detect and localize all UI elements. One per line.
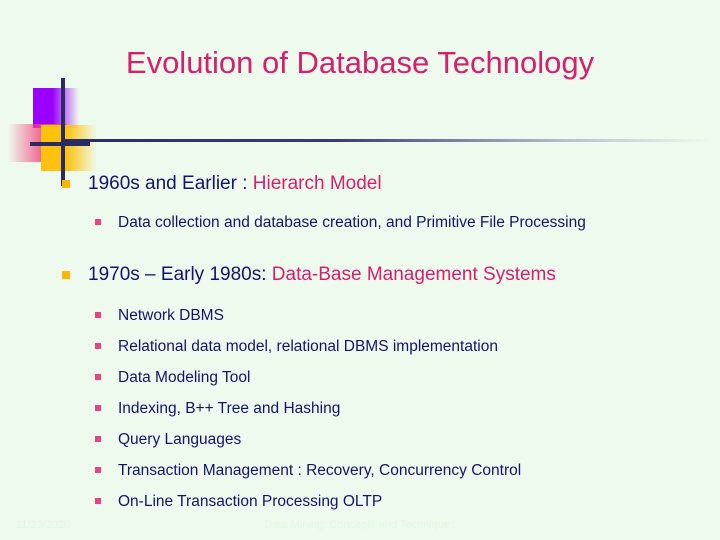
list-item-label: Indexing, B++ Tree and Hashing [118,400,341,417]
sub-bullet-square-icon [95,219,101,225]
list-item-label: Relational data model, relational DBMS i… [118,338,498,355]
list-item-label: Network DBMS [118,307,224,324]
section-heading-1: 1960s and Earlier : Hierarch Model [0,172,720,196]
section-1-item-list: Data collection and database creation, a… [0,212,720,233]
list-item: Network DBMS [0,305,720,326]
list-item: Transaction Management : Recovery, Concu… [0,460,720,481]
list-item-label: Transaction Management : Recovery, Concu… [118,462,522,479]
slide: Evolution of Database Technology 1960s a… [0,0,720,540]
bullet-square-icon [62,180,70,188]
list-item: On-Line Transaction Processing OLTP [0,491,720,512]
list-item: Query Languages [0,429,720,450]
list-item: Data collection and database creation, a… [0,212,720,233]
footer-title: Data Mining: Concepts and Techniques [264,519,456,531]
list-item-label: On-Line Transaction Processing OLTP [118,493,383,510]
list-item-label: Query Languages [118,431,242,448]
sub-bullet-square-icon [95,498,101,504]
title-divider-rule [62,139,712,142]
horizontal-rule-short [30,142,90,146]
page-title: Evolution of Database Technology [125,45,595,80]
purple-square-icon [33,88,79,128]
sub-bullet-square-icon [95,436,101,442]
section-heading-1-accent: Hierarch Model [252,173,382,194]
section-2-item-list: Network DBMS Relational data model, rela… [0,305,720,512]
list-item-label: Data collection and database creation, a… [118,214,586,231]
sub-bullet-square-icon [95,467,101,473]
sub-bullet-square-icon [95,405,101,411]
slide-footer: 11/23/2020 Data Mining: Concepts and Tec… [0,516,720,534]
sub-bullet-square-icon [95,312,101,318]
sub-bullet-square-icon [95,374,101,380]
list-item: Data Modeling Tool [0,367,720,388]
section-heading-1-plain: 1960s and Earlier : [88,173,253,194]
section-heading-2-plain: 1970s – Early 1980s: [88,264,272,285]
list-item-label: Data Modeling Tool [118,369,251,386]
section-heading-2: 1970s – Early 1980s: Data-Base Managemen… [0,263,720,287]
pink-square-icon [8,124,66,162]
sub-bullet-square-icon [95,343,101,349]
bullet-square-icon [62,271,70,279]
section-heading-2-accent: Data-Base Management Systems [271,264,556,285]
list-item: Indexing, B++ Tree and Hashing [0,398,720,419]
list-item: Relational data model, relational DBMS i… [0,336,720,357]
slide-content: 1960s and Earlier : Hierarch Model Data … [0,160,720,522]
